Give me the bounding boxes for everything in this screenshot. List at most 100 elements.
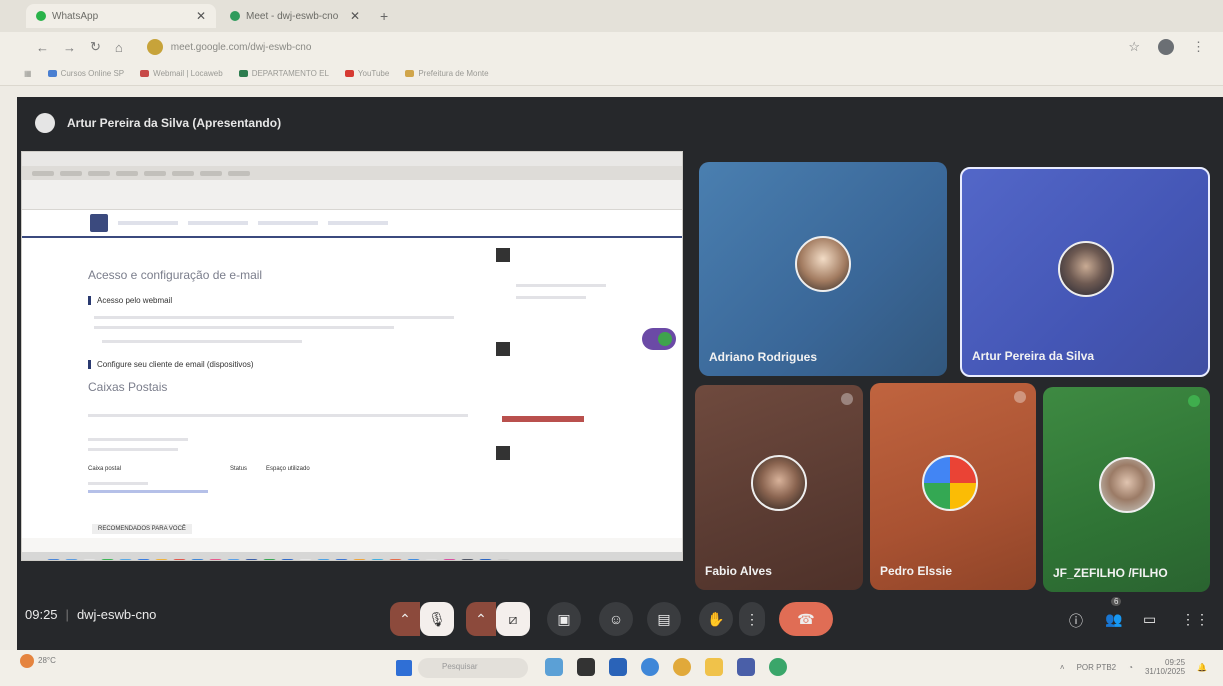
bookmark-icon	[405, 70, 415, 77]
hand-icon: ✋	[707, 610, 725, 627]
mic-muted-icon	[1014, 391, 1026, 403]
bookmark-label: YouTube	[357, 69, 390, 78]
shared-heading-mailboxes: Caixas Postais	[88, 380, 168, 394]
reactions-button[interactable]: ☺	[599, 602, 633, 636]
weather-icon	[20, 654, 34, 668]
participant-name: Fabio Alves	[705, 564, 772, 578]
system-tray: ˄ POR PTB2 ◔ 09:25 31/10/2025 🔔	[1060, 658, 1207, 676]
address-bar[interactable]: meet.google.com/dwj-eswb-cno	[137, 36, 457, 58]
home-icon	[90, 214, 108, 232]
shared-site-nav	[22, 210, 682, 238]
participant-count-badge: 6	[1111, 597, 1122, 606]
shared-section-config: Configure seu cliente de email (disposit…	[88, 360, 478, 369]
bookmark-star-icon[interactable]: ☆	[1128, 39, 1140, 55]
app-icon[interactable]	[737, 658, 755, 676]
camera-off-icon: ⧄	[508, 610, 518, 627]
taskbar-search[interactable]: Pesquisar	[418, 658, 528, 678]
app-icon[interactable]	[769, 658, 787, 676]
tab-whatsapp[interactable]: WhatsApp ✕	[26, 4, 216, 28]
bookmark-item[interactable]: DEPARTAMENTO EL	[238, 69, 329, 78]
shared-address-bar	[22, 180, 682, 210]
back-icon[interactable]: ←	[36, 40, 49, 55]
bookmark-icon	[238, 70, 248, 77]
participant-tile[interactable]: JF_ZEFILHO /FILHO	[1043, 387, 1210, 592]
presenter-label: Artur Pereira da Silva (Apresentando)	[67, 116, 282, 130]
participant-tile[interactable]: Adriano Rodrigues	[699, 162, 947, 376]
participant-avatar	[922, 455, 978, 511]
participant-tile-presenting[interactable]: Artur Pereira da Silva	[960, 167, 1210, 377]
bookmark-item[interactable]: Cursos Online SP	[47, 69, 124, 78]
file-explorer-icon[interactable]	[705, 658, 723, 676]
camera-toggle-button[interactable]: ⧄	[496, 602, 530, 636]
close-tab-icon[interactable]: ✕	[350, 9, 360, 23]
emoji-icon: ☺	[608, 611, 624, 627]
participant-tile[interactable]: Fabio Alves	[695, 385, 863, 590]
hang-up-icon: ☎	[797, 610, 815, 627]
whatsapp-icon	[36, 11, 46, 21]
bookmark-icon	[47, 70, 57, 77]
more-options-button[interactable]: ⋮	[739, 602, 765, 636]
shared-page-body: Acesso e configuração de e-mail Acesso p…	[22, 238, 682, 538]
people-icon: 👥	[1105, 611, 1123, 627]
participant-name: Pedro Elssie	[880, 564, 953, 578]
shared-heading-access: Acesso e configuração de e-mail	[88, 268, 263, 282]
forward-icon[interactable]: →	[63, 40, 76, 55]
clock[interactable]: 09:25 31/10/2025	[1145, 658, 1185, 676]
bookmark-item[interactable]: Prefeitura de Monte	[405, 69, 489, 78]
participant-avatar	[795, 236, 851, 292]
shared-screen[interactable]: Acesso e configuração de e-mail Acesso p…	[21, 151, 683, 561]
widgets-icon[interactable]	[545, 658, 563, 676]
people-button[interactable]: 👥 6	[1105, 597, 1123, 628]
home-icon[interactable]: ⌂	[115, 40, 123, 55]
reload-icon[interactable]: ↻	[90, 39, 101, 55]
shared-menubar	[22, 152, 682, 166]
app-icon[interactable]	[609, 658, 627, 676]
meeting-info: 09:25 | dwj-eswb-cno	[25, 607, 156, 622]
meeting-details-icon[interactable]: ⓘ	[1069, 611, 1083, 631]
leave-call-button[interactable]: ☎	[779, 602, 833, 636]
bookmark-label: DEPARTAMENTO EL	[251, 69, 329, 78]
browser-toolbar: ← → ↻ ⌂ meet.google.com/dwj-eswb-cno ☆ ⋮	[0, 32, 1223, 62]
mic-options-button[interactable]: ⌃	[390, 602, 420, 636]
bookmark-label: Webmail | Locaweb	[153, 69, 223, 78]
participant-tile[interactable]: Pedro Elssie	[870, 383, 1036, 590]
mic-active-icon	[1188, 395, 1200, 407]
sharing-indicator[interactable]	[642, 328, 676, 350]
participant-avatar	[1058, 241, 1114, 297]
url-text: meet.google.com/dwj-eswb-cno	[170, 41, 312, 53]
close-tab-icon[interactable]: ✕	[196, 9, 206, 23]
apps-grid-icon[interactable]: ▦	[24, 69, 32, 78]
network-icon[interactable]: ◔	[1128, 663, 1133, 672]
weather-widget[interactable]: 28°C	[20, 654, 56, 668]
edge-icon[interactable]	[641, 658, 659, 676]
meeting-code: dwj-eswb-cno	[76, 607, 157, 622]
tray-chevron-icon[interactable]: ˄	[1060, 663, 1065, 672]
profile-avatar[interactable]	[1158, 39, 1174, 55]
mic-muted-icon	[841, 393, 853, 405]
windows-start-icon[interactable]	[396, 660, 412, 676]
mic-toggle-button[interactable]: 🎙	[420, 602, 454, 636]
present-button[interactable]: ▣	[547, 602, 581, 636]
new-tab-icon[interactable]: +	[380, 8, 388, 24]
captions-button[interactable]: ▤	[647, 602, 681, 636]
more-vert-icon: ⋮	[745, 610, 759, 627]
col-mailbox: Caixa postal	[88, 466, 122, 472]
shared-section-webmail: Acesso pelo webmail	[88, 296, 478, 305]
search-placeholder: Pesquisar	[442, 662, 478, 671]
weather-temp: 28°C	[38, 656, 56, 666]
site-info-icon[interactable]	[146, 39, 163, 55]
chrome-icon[interactable]	[673, 658, 691, 676]
task-view-icon[interactable]	[577, 658, 595, 676]
bookmark-item[interactable]: YouTube	[344, 69, 390, 78]
menu-dots-icon[interactable]: ⋮	[1192, 39, 1205, 55]
bookmark-item[interactable]: Webmail | Locaweb	[140, 69, 223, 78]
participant-name: Artur Pereira da Silva	[972, 349, 1095, 363]
tab-meet[interactable]: Meet - dwj-eswb-cno ✕	[220, 4, 370, 28]
activities-icon[interactable]: ⋮⋮	[1181, 611, 1209, 628]
chat-icon[interactable]: ▭	[1143, 611, 1156, 628]
language-indicator[interactable]: POR PTB2	[1077, 663, 1117, 672]
notification-bell-icon[interactable]: 🔔	[1197, 663, 1207, 672]
raise-hand-button[interactable]: ✋	[699, 602, 733, 636]
presenter-avatar	[35, 113, 55, 133]
camera-options-button[interactable]: ⌃	[466, 602, 496, 636]
